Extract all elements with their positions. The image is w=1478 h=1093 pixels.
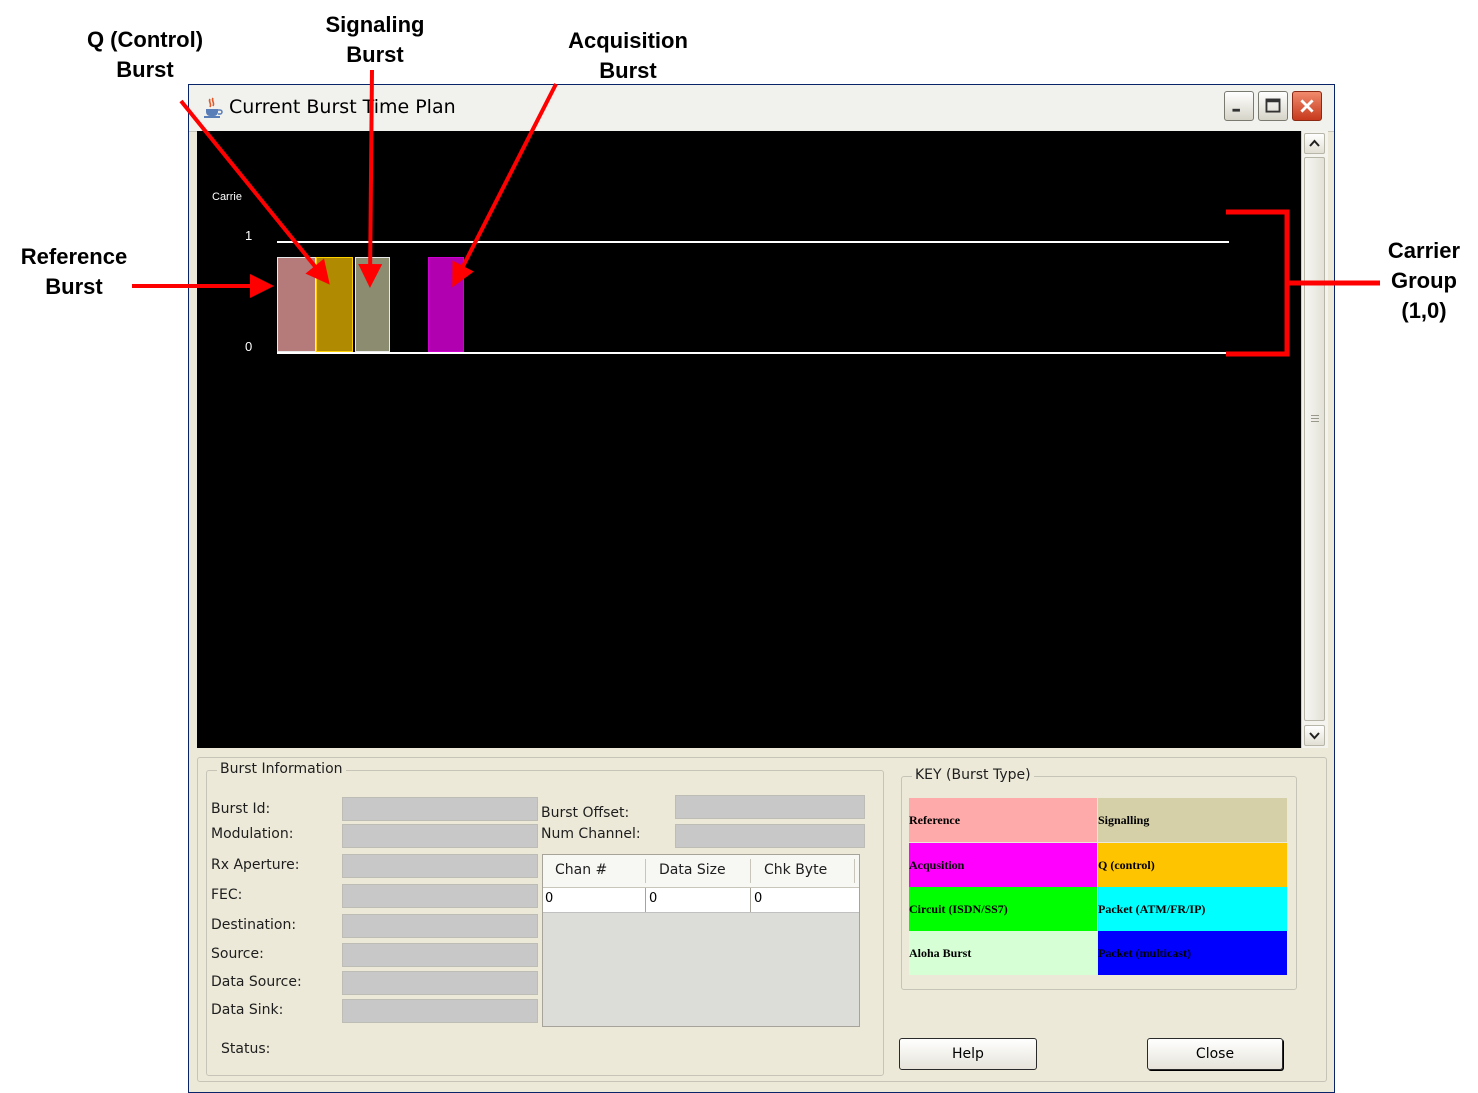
carrier-baseline bbox=[277, 352, 1229, 354]
burst-time-plan-plot[interactable]: Carrie 1 0 bbox=[197, 131, 1301, 748]
maximize-button[interactable] bbox=[1258, 91, 1288, 121]
chevron-up-icon bbox=[1309, 139, 1320, 147]
callout-acquisition-burst: Acquisition Burst bbox=[568, 28, 688, 83]
java-cup-icon bbox=[204, 97, 223, 118]
scroll-up-button[interactable] bbox=[1304, 133, 1325, 154]
grip-line bbox=[1311, 421, 1319, 422]
reference-burst[interactable] bbox=[277, 257, 316, 352]
bottom-panel-frame bbox=[197, 757, 1327, 1082]
callout-q-control-burst: Q (Control) Burst bbox=[86, 27, 204, 82]
close-window-button[interactable] bbox=[1292, 91, 1322, 121]
callout-carrier-group: Carrier Group (1,0) bbox=[1387, 238, 1461, 323]
signaling-burst[interactable] bbox=[355, 257, 390, 352]
vertical-scrollbar[interactable] bbox=[1301, 131, 1328, 748]
window-title: Current Burst Time Plan bbox=[229, 96, 456, 118]
grip-line bbox=[1311, 418, 1319, 419]
scroll-down-button[interactable] bbox=[1304, 725, 1325, 746]
chevron-down-icon bbox=[1309, 732, 1320, 740]
callout-reference-burst: Reference Burst bbox=[20, 244, 128, 299]
carrier-axis-title: Carrie bbox=[212, 191, 242, 203]
minimize-button[interactable] bbox=[1224, 91, 1254, 121]
callout-signaling-burst: Signaling Burst bbox=[325, 12, 425, 67]
title-bar[interactable]: Current Burst Time Plan bbox=[189, 85, 1334, 132]
grip-line bbox=[1311, 415, 1319, 416]
tick-label-1: 1 bbox=[245, 228, 253, 243]
close-icon bbox=[1300, 99, 1314, 113]
carrier-upper-line bbox=[277, 241, 1229, 243]
minimize-icon bbox=[1232, 108, 1240, 112]
acquisition-burst[interactable] bbox=[428, 257, 464, 352]
scroll-thumb[interactable] bbox=[1304, 157, 1325, 721]
burst-time-plan-window: Current Burst Time Plan Carrie 1 0 Burst… bbox=[188, 84, 1335, 1093]
maximize-icon bbox=[1265, 98, 1281, 113]
q-control-burst[interactable] bbox=[316, 257, 353, 352]
tick-label-0: 0 bbox=[245, 339, 253, 354]
